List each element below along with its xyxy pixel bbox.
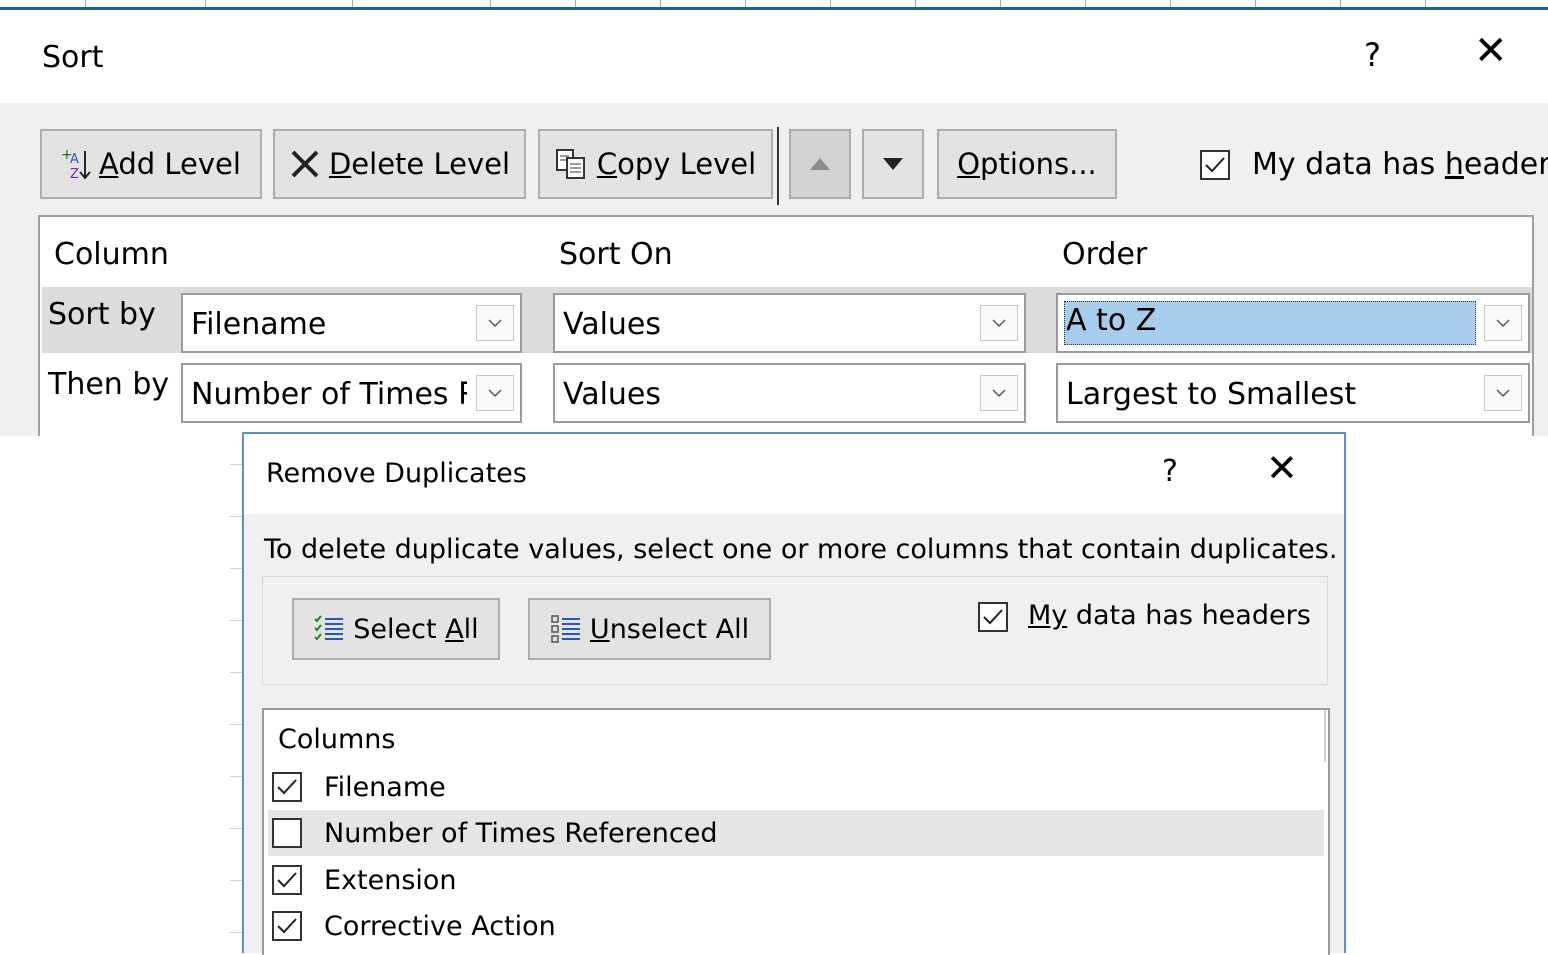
delete-level-label: elete Level	[351, 147, 511, 181]
sort-by-label: Sort by	[48, 297, 156, 332]
then-by-column-value: Number of Times Referenced	[191, 377, 467, 412]
remove-duplicates-titlebar: Remove Duplicates ? ✕	[244, 434, 1344, 514]
sort-by-column-dropdown[interactable]: Filename	[181, 293, 522, 353]
copy-level-button[interactable]: Copy Level	[538, 129, 773, 199]
copy-icon	[555, 148, 587, 180]
columns-header: Columns	[278, 724, 396, 755]
sort-headers-checkbox[interactable]	[1200, 150, 1230, 180]
column-checkbox[interactable]	[272, 818, 302, 848]
sort-headers-label-post: eaders	[1463, 147, 1548, 182]
window-top-strip	[0, 0, 1548, 10]
checkmark-icon	[1204, 155, 1226, 175]
column-checkbox[interactable]	[272, 911, 302, 941]
column-item-label: Corrective Action	[324, 911, 556, 942]
then-by-order-dropdown[interactable]: Largest to Smallest	[1056, 363, 1530, 423]
column-checkbox[interactable]	[272, 772, 302, 802]
column-item-number-of-times-referenced[interactable]: Number of Times Referenced	[268, 810, 1324, 856]
sort-headers-label-pre: My data has	[1252, 147, 1445, 182]
options-button[interactable]: Options...	[937, 129, 1117, 199]
options-label: ptions...	[980, 147, 1097, 181]
rd-headers-checkbox[interactable]	[978, 602, 1008, 632]
triangle-down-icon	[882, 157, 904, 171]
checkmark-icon	[982, 607, 1004, 627]
unselect-all-button[interactable]: Unselect All	[528, 598, 771, 660]
then-by-sort-on-value: Values	[563, 377, 662, 412]
rd-headers-label-post: data has headers	[1067, 600, 1311, 631]
triangle-up-icon	[809, 157, 831, 171]
sort-by-order-dropdown[interactable]: A to Z	[1056, 293, 1530, 353]
help-button[interactable]: ?	[1162, 454, 1178, 489]
columns-list: Columns Filename Number of Times Referen…	[262, 708, 1330, 955]
add-level-button[interactable]: + A Z Add Level	[40, 129, 262, 199]
close-button[interactable]: ✕	[1266, 446, 1298, 490]
then-by-sort-on-dropdown[interactable]: Values	[553, 363, 1026, 423]
sort-by-sort-on-dropdown[interactable]: Values	[553, 293, 1026, 353]
select-all-button[interactable]: Select All	[292, 598, 500, 660]
sort-dialog-title: Sort	[42, 40, 104, 75]
column-header-sort-on: Sort On	[559, 237, 673, 272]
delete-level-accesskey: D	[328, 147, 352, 181]
svg-text:Z: Z	[70, 167, 79, 181]
chevron-down-icon[interactable]	[1484, 305, 1522, 341]
column-checkbox[interactable]	[272, 865, 302, 895]
close-button[interactable]: ✕	[1474, 28, 1508, 74]
help-button[interactable]: ?	[1364, 36, 1381, 74]
column-header-column: Column	[54, 237, 169, 272]
chevron-down-icon[interactable]	[476, 375, 514, 411]
checkmark-icon	[276, 777, 298, 797]
chevron-down-icon[interactable]	[1484, 375, 1522, 411]
column-header-order: Order	[1062, 237, 1148, 272]
select-all-accesskey: A	[445, 613, 464, 645]
column-item-filename[interactable]: Filename	[268, 764, 1324, 810]
remove-duplicates-dialog: Remove Duplicates ? ✕ To delete duplicat…	[242, 432, 1346, 955]
sort-by-column-value: Filename	[191, 307, 327, 342]
then-by-label: Then by	[48, 367, 170, 402]
rd-headers-label[interactable]: My data has headers	[1028, 600, 1311, 631]
column-item-extension[interactable]: Extension	[268, 857, 1324, 903]
sort-headers-label[interactable]: My data has headers	[1252, 147, 1548, 182]
delete-level-button[interactable]: Delete Level	[273, 129, 526, 199]
column-item-label: Number of Times Referenced	[324, 818, 718, 849]
chevron-down-icon[interactable]	[476, 305, 514, 341]
unselect-all-label: nselect All	[609, 613, 750, 645]
options-accesskey: O	[957, 147, 981, 181]
remove-duplicates-instructions: To delete duplicate values, select one o…	[264, 534, 1338, 565]
copy-level-accesskey: C	[596, 147, 618, 181]
sort-levels-grid: Column Sort On Order Sort by Filename Va…	[38, 215, 1534, 446]
delete-x-icon	[289, 148, 321, 180]
column-item-label: Extension	[324, 865, 457, 896]
copy-level-label: opy Level	[617, 147, 757, 181]
unselect-all-accesskey: U	[589, 613, 610, 645]
then-by-column-dropdown[interactable]: Number of Times Referenced	[181, 363, 522, 423]
add-level-label: dd Level	[118, 147, 241, 181]
select-all-label-pre: Select	[353, 613, 446, 645]
remove-duplicates-title: Remove Duplicates	[266, 458, 527, 489]
sort-dialog: Sort ? ✕ + A Z Add Level Delete Level Co…	[0, 10, 1548, 446]
then-by-order-value: Largest to Smallest	[1066, 377, 1357, 412]
toolbar-separator	[777, 127, 779, 205]
checkmark-icon	[276, 870, 298, 890]
chevron-down-icon[interactable]	[980, 305, 1018, 341]
sort-by-order-value: A to Z	[1066, 303, 1157, 338]
move-down-button[interactable]	[862, 129, 924, 199]
add-level-accesskey: A	[99, 147, 119, 181]
sort-headers-accesskey: h	[1444, 147, 1464, 182]
svg-text:A: A	[70, 152, 79, 167]
checkmark-icon	[276, 916, 298, 936]
list-scrollbar[interactable]	[1324, 710, 1326, 762]
column-item-corrective-action[interactable]: Corrective Action	[268, 903, 1324, 949]
column-item-label: Filename	[324, 772, 446, 803]
select-all-label-post: ll	[463, 613, 479, 645]
sort-az-add-icon: + A Z	[61, 147, 91, 181]
sort-titlebar: Sort ? ✕	[0, 10, 1548, 103]
move-up-button[interactable]	[789, 129, 851, 199]
unselect-all-icon	[550, 614, 582, 644]
select-all-icon	[313, 614, 345, 644]
rd-headers-accesskey: My	[1028, 600, 1068, 631]
sort-by-sort-on-value: Values	[563, 307, 662, 342]
chevron-down-icon[interactable]	[980, 375, 1018, 411]
